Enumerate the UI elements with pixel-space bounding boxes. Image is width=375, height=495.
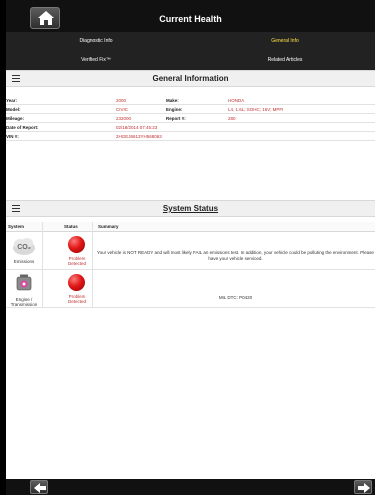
engine-icon	[12, 274, 36, 294]
top-bar: Current Health	[6, 0, 375, 32]
date-label: Date of Report:	[6, 125, 39, 130]
vin-value: 2HGEJ6613YH568063	[116, 134, 162, 139]
summary-column-header: Summary	[98, 224, 119, 229]
app-frame: Current Health Diagnostic Info General I…	[0, 0, 375, 495]
system-name: Engine / Transmission	[10, 297, 38, 307]
system-status-header: System Status	[6, 200, 375, 217]
tab-bar: Diagnostic Info General Info Verified Fi…	[6, 32, 375, 70]
arrow-right-icon	[358, 483, 370, 493]
general-info-header: General Information	[6, 70, 375, 87]
model-label: Model:	[6, 107, 21, 112]
svg-text:CO₂: CO₂	[17, 244, 31, 251]
make-label: Make:	[166, 98, 179, 103]
table-row[interactable]: CO₂ Emissions Problem Detected Your vehi…	[6, 232, 375, 270]
date-value: 02/18/2014 07:45:23	[116, 125, 158, 130]
engine-value: L4, 1.6L; SOHC; 16V; MPFI	[228, 107, 284, 112]
system-column-header: System	[8, 224, 25, 229]
co2-icon: CO₂	[12, 236, 36, 256]
year-label: Year:	[6, 98, 18, 103]
tab-verified-fix[interactable]: Verified Fix™	[6, 51, 186, 70]
tab-related-articles[interactable]: Related Articles	[195, 51, 375, 70]
report-label: Report #:	[166, 116, 186, 121]
system-status-title[interactable]: System Status	[6, 204, 375, 213]
status-text: Problem Detected	[67, 256, 86, 266]
info-row: VIN #: 2HGEJ6613YH568063	[6, 132, 375, 141]
info-row: Date of Report: 02/18/2014 07:45:23	[6, 123, 375, 132]
column-divider	[92, 222, 93, 308]
table-row[interactable]: Engine / Transmission Problem Detected M…	[6, 270, 375, 308]
summary-text: Your vehicle is NOT READY and will most …	[97, 250, 374, 261]
status-text: Problem Detected	[67, 294, 86, 304]
back-button[interactable]	[30, 480, 48, 494]
report-value: 280	[228, 116, 236, 121]
mileage-value: 232000	[116, 116, 132, 121]
make-value: HONDA	[228, 98, 245, 103]
tab-diagnostic-info[interactable]: Diagnostic Info	[6, 32, 186, 51]
engine-label: Engine:	[166, 107, 183, 112]
info-row: Year: 2000 Make: HONDA	[6, 96, 375, 105]
status-indicator	[68, 274, 85, 291]
tab-general-info[interactable]: General Info	[195, 32, 375, 51]
bottom-bar	[6, 479, 375, 495]
summary-text: MIL DTC: P0420	[218, 295, 253, 300]
info-row: Mileage: 232000 Report #: 280	[6, 114, 375, 123]
status-table-header: System Status Summary	[6, 222, 375, 232]
mileage-label: Mileage:	[6, 116, 25, 121]
app-screen: Current Health Diagnostic Info General I…	[6, 0, 375, 495]
arrow-left-icon	[34, 483, 46, 493]
model-value: CIVIC	[116, 107, 129, 112]
general-info-title: General Information	[152, 74, 229, 83]
year-value: 2000	[116, 98, 127, 103]
system-name: Emissions	[13, 259, 35, 264]
status-indicator	[68, 236, 85, 253]
status-column-header: Status	[64, 224, 78, 229]
forward-button[interactable]	[354, 480, 372, 494]
page-title: Current Health	[159, 14, 222, 24]
vin-label: VIN #:	[6, 134, 19, 139]
column-divider	[42, 222, 43, 308]
info-row: Model: CIVIC Engine: L4, 1.6L; SOHC; 16V…	[6, 105, 375, 114]
